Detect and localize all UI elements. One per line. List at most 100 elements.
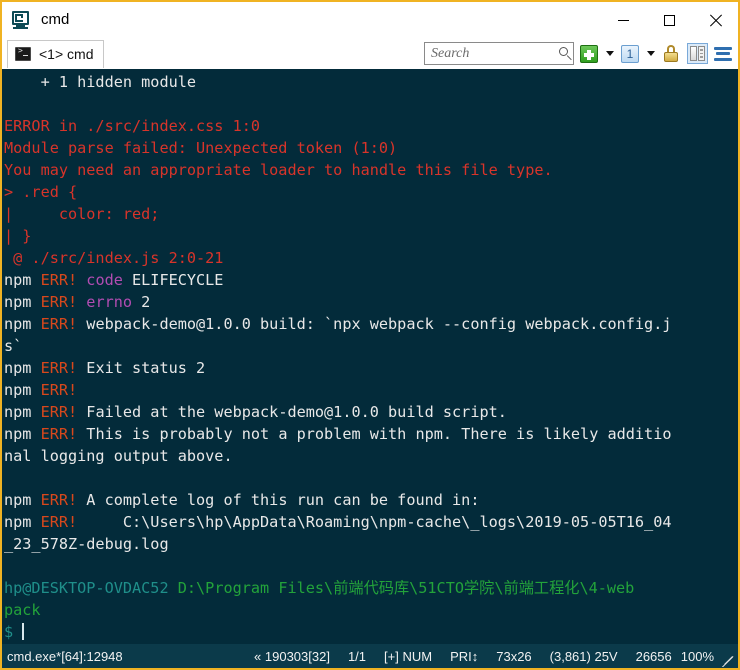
- split-pane-button[interactable]: [686, 43, 708, 65]
- conemu-icon: [11, 10, 31, 30]
- console-number-icon: 1: [621, 44, 639, 63]
- active-console-button[interactable]: 1: [619, 43, 641, 65]
- title-bar: cmd: [2, 2, 738, 38]
- chevron-down-icon: [646, 51, 655, 56]
- terminal-span: hp@DESKTOP-OVDAC52: [4, 579, 169, 597]
- terminal-span: You may need an appropriate loader to ha…: [4, 161, 553, 179]
- chevron-down-icon: [605, 51, 614, 56]
- terminal-span: webpack-demo@1.0.0 build: `npx webpack -…: [86, 315, 672, 333]
- status-cursor-pos: (3,861) 25V: [549, 648, 618, 664]
- search-input[interactable]: [431, 45, 549, 62]
- resize-grip[interactable]: [718, 649, 736, 667]
- status-process: cmd.exe*[64]:12948: [7, 648, 123, 664]
- status-priority: PRI↕: [450, 648, 479, 664]
- terminal-span: D:\Program Files\前端代码库\51CTO学院\前端工程化\4-w…: [177, 579, 635, 597]
- terminal-line: ERROR in ./src/index.css 1:0: [4, 115, 738, 137]
- terminal-line: > .red {: [4, 181, 738, 203]
- maximize-button[interactable]: [646, 2, 692, 38]
- lock-button[interactable]: [660, 43, 682, 65]
- terminal-line: npm ERR!: [4, 379, 738, 401]
- toolbar: 1: [424, 38, 734, 69]
- search-icon: [559, 47, 568, 56]
- terminal-span: npm: [4, 513, 41, 531]
- terminal-line: npm ERR! Failed at the webpack-demo@1.0.…: [4, 401, 738, 423]
- console-icon: [15, 46, 31, 61]
- padlock-icon: [663, 45, 679, 62]
- tab-label: <1> cmd: [39, 46, 94, 62]
- status-zoom: 100%: [680, 648, 714, 664]
- status-flags: [+] NUM: [384, 648, 433, 664]
- terminal-span: npm: [4, 359, 41, 377]
- terminal-line: + 1 hidden module: [4, 71, 738, 93]
- terminal-span: npm: [4, 293, 41, 311]
- terminal-line: You may need an appropriate loader to ha…: [4, 159, 738, 181]
- terminal-output: + 1 hidden module ERROR in ./src/index.c…: [4, 71, 738, 643]
- terminal-span: _23_578Z-debug.log: [4, 535, 169, 553]
- terminal-span: ERR!: [40, 425, 87, 443]
- terminal-line: @ ./src/index.js 2:0-21: [4, 247, 738, 269]
- terminal-span: pack: [4, 601, 41, 619]
- terminal-span: npm: [4, 315, 41, 333]
- terminal-span: ERR!: [40, 315, 87, 333]
- split-pane-icon: [686, 43, 708, 64]
- terminal-span: [169, 579, 178, 597]
- terminal-line: s`: [4, 335, 738, 357]
- terminal-line: nal logging output above.: [4, 445, 738, 467]
- terminal-span: ERR!: [40, 381, 78, 399]
- terminal-span: errno: [86, 293, 142, 311]
- terminal-viewport[interactable]: + 1 hidden module ERROR in ./src/index.c…: [2, 69, 738, 644]
- terminal-line: npm ERR! C:\Users\hp\AppData\Roaming\npm…: [4, 511, 738, 533]
- search-box[interactable]: [424, 42, 574, 65]
- terminal-line: $: [4, 621, 738, 643]
- terminal-line: npm ERR! This is probably not a problem …: [4, 423, 738, 445]
- green-plus-icon: [580, 44, 598, 63]
- terminal-line: npm ERR! A complete log of this run can …: [4, 489, 738, 511]
- terminal-line: _23_578Z-debug.log: [4, 533, 738, 555]
- terminal-line: npm ERR! Exit status 2: [4, 357, 738, 379]
- terminal-line: | color: red;: [4, 203, 738, 225]
- tab-console-1[interactable]: <1> cmd: [7, 39, 105, 68]
- terminal-span: npm: [4, 491, 41, 509]
- close-button[interactable]: [692, 2, 738, 38]
- terminal-span: C:\Users\hp\AppData\Roaming\npm-cache\_l…: [86, 513, 672, 531]
- status-buffer: 26656: [635, 648, 672, 664]
- terminal-cursor: [22, 623, 25, 640]
- terminal-span: npm: [4, 381, 41, 399]
- minimize-button[interactable]: [600, 2, 646, 38]
- terminal-span: + 1 hidden module: [4, 73, 197, 91]
- terminal-span: 2: [141, 293, 151, 311]
- terminal-line: npm ERR! code ELIFECYCLE: [4, 269, 738, 291]
- terminal-span: A complete log of this run can be found …: [86, 491, 480, 509]
- terminal-span: ERR!: [40, 403, 87, 421]
- close-icon: [709, 14, 722, 27]
- terminal-span: ERROR in ./src/index.css 1:0: [4, 117, 261, 135]
- terminal-span: code: [86, 271, 133, 289]
- window-title: cmd: [41, 11, 70, 28]
- terminal-line: pack: [4, 599, 738, 621]
- tab-bar: <1> cmd 1: [2, 38, 738, 69]
- terminal-span: npm: [4, 403, 41, 421]
- terminal-span: Failed at the webpack-demo@1.0.0 build s…: [86, 403, 507, 421]
- terminal-span: | }: [4, 227, 32, 245]
- terminal-span: Module parse failed: Unexpected token (1…: [4, 139, 398, 157]
- new-console-dropdown[interactable]: [604, 43, 615, 65]
- new-console-button[interactable]: [578, 43, 600, 65]
- status-build: « 190303[32]: [254, 648, 330, 664]
- terminal-line: hp@DESKTOP-OVDAC52 D:\Program Files\前端代码…: [4, 577, 738, 599]
- terminal-span: nal logging output above.: [4, 447, 233, 465]
- status-right-group: « 190303[32] 1/1 [+] NUM PRI↕ 73x26 (3,8…: [245, 649, 714, 664]
- active-console-dropdown[interactable]: [645, 43, 656, 65]
- terminal-span: ERR!: [40, 293, 87, 311]
- main-menu-button[interactable]: [712, 43, 734, 65]
- status-tabs-count: 1/1: [347, 648, 367, 664]
- terminal-span: > .red {: [4, 183, 78, 201]
- terminal-line: Module parse failed: Unexpected token (1…: [4, 137, 738, 159]
- terminal-span: ELIFECYCLE: [132, 271, 224, 289]
- terminal-span: Exit status 2: [86, 359, 206, 377]
- terminal-span: npm: [4, 425, 41, 443]
- terminal-line: | }: [4, 225, 738, 247]
- terminal-span: | color: red;: [4, 205, 160, 223]
